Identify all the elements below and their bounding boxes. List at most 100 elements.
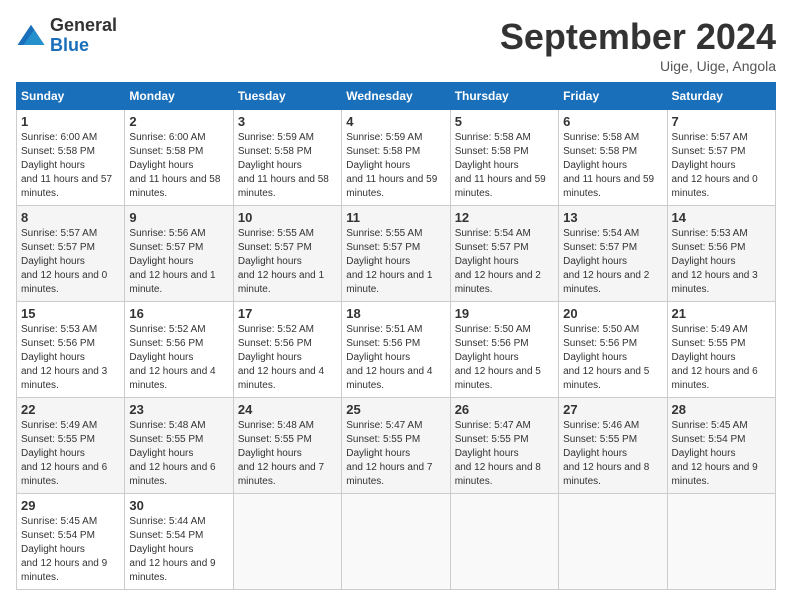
sunrise-label: Sunrise: 5:47 AM — [346, 420, 422, 431]
sunset-label: Sunset: 5:58 PM — [129, 146, 203, 157]
calendar-day-3: 3 Sunrise: 5:59 AM Sunset: 5:58 PM Dayli… — [233, 110, 341, 206]
logo-text: General Blue — [50, 16, 117, 56]
day-info: Sunrise: 5:47 AM Sunset: 5:55 PM Dayligh… — [346, 419, 445, 489]
day-number: 3 — [238, 114, 337, 129]
calendar-table: Sunday Monday Tuesday Wednesday Thursday… — [16, 82, 776, 590]
day-number: 8 — [21, 210, 120, 225]
day-info: Sunrise: 5:53 AM Sunset: 5:56 PM Dayligh… — [672, 227, 771, 297]
sunrise-label: Sunrise: 5:58 AM — [455, 132, 531, 143]
sunrise-label: Sunrise: 5:53 AM — [21, 324, 97, 335]
daylight-label: Daylight hours — [21, 256, 85, 267]
day-number: 18 — [346, 306, 445, 321]
daylight-label: Daylight hours — [238, 352, 302, 363]
daylight-value: and 11 hours and 59 minutes. — [563, 174, 654, 199]
sunrise-label: Sunrise: 5:53 AM — [672, 228, 748, 239]
day-number: 15 — [21, 306, 120, 321]
day-info: Sunrise: 5:55 AM Sunset: 5:57 PM Dayligh… — [346, 227, 445, 297]
sunset-label: Sunset: 5:54 PM — [672, 434, 746, 445]
daylight-value: and 12 hours and 4 minutes. — [238, 366, 324, 391]
calendar-day-15: 15 Sunrise: 5:53 AM Sunset: 5:56 PM Dayl… — [17, 302, 125, 398]
daylight-label: Daylight hours — [129, 256, 193, 267]
sunset-label: Sunset: 5:56 PM — [238, 338, 312, 349]
sunset-label: Sunset: 5:55 PM — [672, 338, 746, 349]
daylight-label: Daylight hours — [238, 256, 302, 267]
day-info: Sunrise: 5:50 AM Sunset: 5:56 PM Dayligh… — [455, 323, 554, 393]
daylight-label: Daylight hours — [21, 448, 85, 459]
col-sunday: Sunday — [17, 83, 125, 110]
daylight-label: Daylight hours — [563, 256, 627, 267]
daylight-label: Daylight hours — [563, 160, 627, 171]
sunset-label: Sunset: 5:57 PM — [21, 242, 95, 253]
day-number: 12 — [455, 210, 554, 225]
day-info: Sunrise: 5:45 AM Sunset: 5:54 PM Dayligh… — [21, 515, 120, 585]
sunrise-label: Sunrise: 5:57 AM — [21, 228, 97, 239]
sunset-label: Sunset: 5:54 PM — [21, 530, 95, 541]
logo-blue: Blue — [50, 36, 117, 56]
sunset-label: Sunset: 5:57 PM — [129, 242, 203, 253]
calendar-day-2: 2 Sunrise: 6:00 AM Sunset: 5:58 PM Dayli… — [125, 110, 233, 206]
sunset-label: Sunset: 5:56 PM — [129, 338, 203, 349]
page-header: General Blue September 2024 Uige, Uige, … — [16, 16, 776, 74]
sunset-label: Sunset: 5:55 PM — [238, 434, 312, 445]
daylight-label: Daylight hours — [455, 256, 519, 267]
day-number: 9 — [129, 210, 228, 225]
daylight-label: Daylight hours — [672, 160, 736, 171]
sunrise-label: Sunrise: 5:55 AM — [238, 228, 314, 239]
daylight-value: and 12 hours and 1 minute. — [129, 270, 215, 295]
daylight-label: Daylight hours — [672, 352, 736, 363]
sunrise-label: Sunrise: 6:00 AM — [129, 132, 205, 143]
daylight-label: Daylight hours — [129, 448, 193, 459]
calendar-day-29: 29 Sunrise: 5:45 AM Sunset: 5:54 PM Dayl… — [17, 494, 125, 590]
daylight-label: Daylight hours — [346, 352, 410, 363]
sunrise-label: Sunrise: 5:47 AM — [455, 420, 531, 431]
daylight-value: and 12 hours and 0 minutes. — [21, 270, 107, 295]
calendar-day-16: 16 Sunrise: 5:52 AM Sunset: 5:56 PM Dayl… — [125, 302, 233, 398]
calendar-day-26: 26 Sunrise: 5:47 AM Sunset: 5:55 PM Dayl… — [450, 398, 558, 494]
day-number: 14 — [672, 210, 771, 225]
daylight-value: and 12 hours and 1 minute. — [238, 270, 324, 295]
calendar-week-1: 1 Sunrise: 6:00 AM Sunset: 5:58 PM Dayli… — [17, 110, 776, 206]
day-number: 10 — [238, 210, 337, 225]
day-number: 4 — [346, 114, 445, 129]
daylight-label: Daylight hours — [346, 256, 410, 267]
sunset-label: Sunset: 5:57 PM — [563, 242, 637, 253]
sunset-label: Sunset: 5:55 PM — [563, 434, 637, 445]
daylight-label: Daylight hours — [346, 160, 410, 171]
sunset-label: Sunset: 5:55 PM — [346, 434, 420, 445]
calendar-day-empty — [342, 494, 450, 590]
day-info: Sunrise: 5:48 AM Sunset: 5:55 PM Dayligh… — [238, 419, 337, 489]
day-number: 11 — [346, 210, 445, 225]
daylight-label: Daylight hours — [563, 352, 627, 363]
daylight-value: and 12 hours and 2 minutes. — [563, 270, 649, 295]
daylight-label: Daylight hours — [672, 256, 736, 267]
calendar-day-6: 6 Sunrise: 5:58 AM Sunset: 5:58 PM Dayli… — [559, 110, 667, 206]
sunrise-label: Sunrise: 5:51 AM — [346, 324, 422, 335]
calendar-day-25: 25 Sunrise: 5:47 AM Sunset: 5:55 PM Dayl… — [342, 398, 450, 494]
day-info: Sunrise: 5:53 AM Sunset: 5:56 PM Dayligh… — [21, 323, 120, 393]
day-info: Sunrise: 5:51 AM Sunset: 5:56 PM Dayligh… — [346, 323, 445, 393]
sunrise-label: Sunrise: 5:57 AM — [672, 132, 748, 143]
calendar-day-12: 12 Sunrise: 5:54 AM Sunset: 5:57 PM Dayl… — [450, 206, 558, 302]
calendar-day-7: 7 Sunrise: 5:57 AM Sunset: 5:57 PM Dayli… — [667, 110, 775, 206]
day-info: Sunrise: 6:00 AM Sunset: 5:58 PM Dayligh… — [21, 131, 120, 201]
sunrise-label: Sunrise: 5:50 AM — [455, 324, 531, 335]
logo-general: General — [50, 16, 117, 36]
calendar-day-22: 22 Sunrise: 5:49 AM Sunset: 5:55 PM Dayl… — [17, 398, 125, 494]
daylight-label: Daylight hours — [455, 448, 519, 459]
calendar-day-empty — [667, 494, 775, 590]
col-monday: Monday — [125, 83, 233, 110]
col-thursday: Thursday — [450, 83, 558, 110]
sunrise-label: Sunrise: 5:59 AM — [346, 132, 422, 143]
sunrise-label: Sunrise: 5:45 AM — [21, 516, 97, 527]
daylight-label: Daylight hours — [21, 544, 85, 555]
daylight-value: and 11 hours and 58 minutes. — [238, 174, 329, 199]
sunrise-label: Sunrise: 5:44 AM — [129, 516, 205, 527]
daylight-value: and 11 hours and 58 minutes. — [129, 174, 220, 199]
calendar-week-5: 29 Sunrise: 5:45 AM Sunset: 5:54 PM Dayl… — [17, 494, 776, 590]
calendar-day-9: 9 Sunrise: 5:56 AM Sunset: 5:57 PM Dayli… — [125, 206, 233, 302]
sunset-label: Sunset: 5:58 PM — [346, 146, 420, 157]
day-number: 5 — [455, 114, 554, 129]
sunrise-label: Sunrise: 5:46 AM — [563, 420, 639, 431]
calendar-header-row: Sunday Monday Tuesday Wednesday Thursday… — [17, 83, 776, 110]
sunset-label: Sunset: 5:56 PM — [21, 338, 95, 349]
